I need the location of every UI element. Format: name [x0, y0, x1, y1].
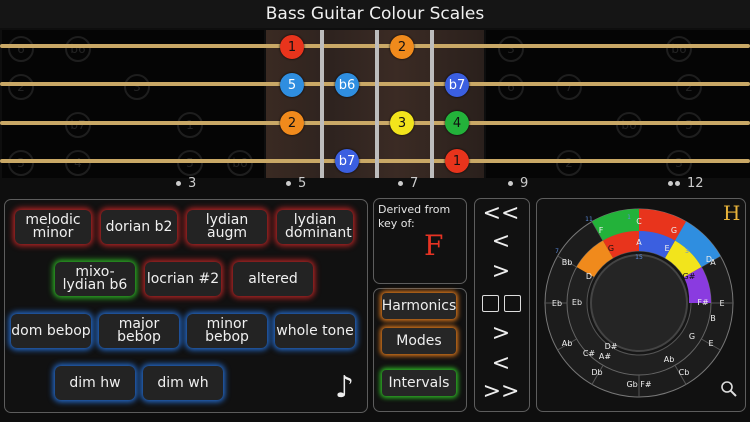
- interval-number: 7: [555, 248, 559, 255]
- circle-note: Cb: [679, 368, 690, 377]
- view-buttons-panel: Harmonics Modes Intervals: [373, 288, 467, 412]
- interval-number: 1: [627, 214, 631, 221]
- previous-mode-button[interactable]: <: [475, 351, 527, 376]
- circle-note: Bb: [562, 258, 573, 267]
- fret-marker: 5: [286, 176, 306, 191]
- fret-note[interactable]: 2: [390, 35, 414, 59]
- previous-button[interactable]: <: [475, 229, 527, 254]
- interval-number: 15: [635, 254, 643, 261]
- next-button[interactable]: >: [475, 259, 527, 284]
- mode-button[interactable]: lydian augm: [187, 210, 267, 244]
- fret-marker: 7: [398, 176, 418, 191]
- fret-marker: 12: [668, 176, 704, 191]
- interval-number: 11: [585, 216, 593, 223]
- navigation-panel: << < > > < >>: [474, 198, 530, 412]
- circle-note: F#: [697, 298, 709, 307]
- fret-note[interactable]: 3: [390, 111, 414, 135]
- circle-note: A: [710, 258, 716, 267]
- circle-note: Ab: [562, 339, 573, 348]
- mode-button[interactable]: dim hw: [55, 366, 135, 400]
- circle-note: C#: [583, 349, 596, 358]
- music-note-icon[interactable]: ♪: [335, 370, 354, 405]
- mode-button[interactable]: dorian b2: [101, 210, 177, 244]
- circle-note: G#: [683, 272, 696, 281]
- mode-button[interactable]: altered: [233, 262, 313, 296]
- next-mode-button[interactable]: >: [475, 321, 527, 346]
- mode-button[interactable]: dom bebop: [11, 314, 91, 348]
- circle-note: Eb: [572, 298, 582, 307]
- modes-panel: melodic minor dorian b2 lydian augm lydi…: [4, 199, 368, 413]
- modes-button[interactable]: Modes: [382, 328, 456, 354]
- circle-note: E: [719, 299, 724, 308]
- circle-note: C: [636, 217, 642, 226]
- magnifier-icon[interactable]: [721, 381, 737, 397]
- mode-button[interactable]: minor bebop: [187, 314, 267, 348]
- fret-note[interactable]: b7: [445, 73, 469, 97]
- mode-button[interactable]: dim wh: [143, 366, 223, 400]
- derived-key-panel: Derived from key of: F: [373, 198, 467, 284]
- fret-marker: 3: [176, 176, 196, 191]
- circle-of-fifths-panel: H C G D A E G# A E F# E G Cb Ab Gb F# Db…: [536, 198, 746, 412]
- circle-note: E: [664, 244, 669, 253]
- circle-note: G: [608, 244, 614, 253]
- derived-key-value: F: [424, 229, 444, 262]
- circle-note: D: [586, 272, 592, 281]
- circle-note: Eb: [552, 299, 562, 308]
- circle-note: A#: [599, 352, 611, 361]
- circle-note: A: [636, 238, 642, 247]
- mode-button-selected[interactable]: mixo-lydian b6: [55, 262, 135, 296]
- fretboard-left-dim: 6 b6 2 3 b7 1 3 4 5 b6: [2, 30, 264, 178]
- app-title: Bass Guitar Colour Scales: [0, 0, 750, 28]
- mode-button[interactable]: lydian dominant: [277, 210, 353, 244]
- fret-note[interactable]: b6: [335, 73, 359, 97]
- mode-button[interactable]: major bebop: [99, 314, 179, 348]
- fretboard[interactable]: 6 b6 2 3 b7 1 3 4 5 b6 3 b6 6 7 2 b6 5 2…: [0, 30, 750, 178]
- first-button[interactable]: <<: [475, 201, 527, 226]
- fret-note[interactable]: 4: [445, 111, 469, 135]
- last-button[interactable]: >>: [475, 379, 527, 404]
- circle-of-fifths-wheel[interactable]: C G D A E G# A E F# E G Cb Ab Gb F# Db C…: [537, 199, 745, 411]
- circle-note: Ab: [664, 355, 675, 364]
- fret-note[interactable]: b7: [335, 149, 359, 173]
- circle-note: G: [689, 332, 695, 341]
- intervals-button[interactable]: Intervals: [382, 370, 456, 396]
- fret-note[interactable]: 2: [280, 111, 304, 135]
- circle-note: F: [599, 226, 604, 235]
- circle-note: Gb F#: [626, 380, 651, 389]
- circle-note: G: [671, 226, 677, 235]
- split-view-icon[interactable]: [504, 295, 521, 312]
- mode-button[interactable]: locrian #2: [145, 262, 221, 296]
- circle-note: D#: [605, 342, 618, 351]
- circle-note: Db: [591, 368, 602, 377]
- circle-note: E: [708, 339, 713, 348]
- mode-button[interactable]: melodic minor: [15, 210, 91, 244]
- fret-marker: 9: [508, 176, 528, 191]
- circle-note: B: [710, 314, 716, 323]
- fret-note[interactable]: 5: [280, 73, 304, 97]
- mode-button[interactable]: whole tone: [275, 314, 355, 348]
- single-view-icon[interactable]: [482, 295, 499, 312]
- fret-note[interactable]: 1: [280, 35, 304, 59]
- fret-note[interactable]: 1: [445, 149, 469, 173]
- interval-number: 3: [685, 248, 689, 255]
- derived-label: Derived from key of:: [378, 203, 451, 230]
- fretboard-right-dim: 3 b6 6 7 2 b6 5 2 3: [486, 30, 750, 178]
- harmonics-button[interactable]: Harmonics: [382, 293, 456, 319]
